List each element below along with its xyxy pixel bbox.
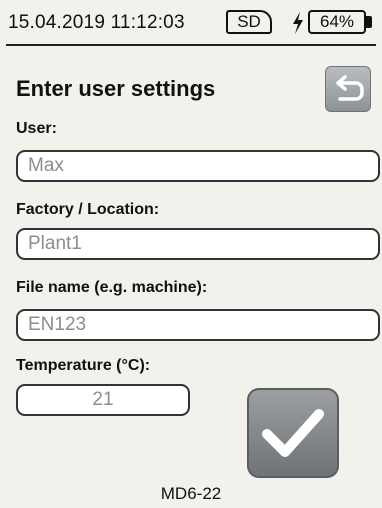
filename-field[interactable]: EN123 [16,309,380,341]
back-arrow-icon [336,75,364,101]
status-bar: 15.04.2019 11:12:03 SD 64% [0,0,382,44]
filename-label: File name (e.g. machine): [16,279,208,296]
page-title: Enter user settings [16,76,216,101]
location-field[interactable]: Plant1 [16,228,380,260]
user-label: User: [16,120,57,137]
status-divider [6,44,376,46]
battery-cap [366,16,372,28]
datetime: 15.04.2019 11:12:03 [8,12,185,33]
checkmark-icon [262,409,324,457]
battery-indicator: 64% [308,10,366,34]
sd-card-icon: SD [226,10,272,34]
confirm-button[interactable] [247,388,339,478]
temperature-field[interactable]: 21 [16,384,190,416]
temperature-label: Temperature (°C): [16,357,151,374]
charging-bolt-icon [293,12,303,34]
user-field[interactable]: Max [16,150,380,182]
back-button[interactable] [325,66,371,112]
footer-code: MD6-22 [160,484,222,503]
location-label: Factory / Location: [16,201,160,218]
